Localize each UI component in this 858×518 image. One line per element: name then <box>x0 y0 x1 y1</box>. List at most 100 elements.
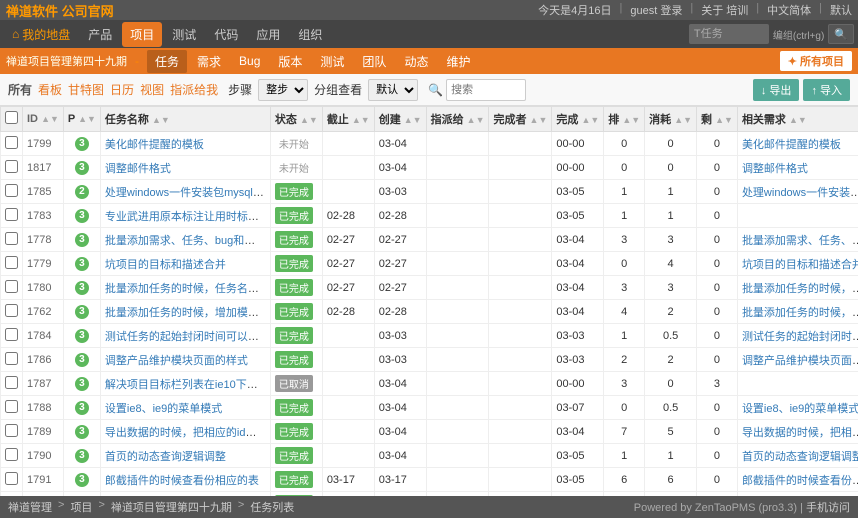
row-checkbox[interactable] <box>1 132 23 156</box>
task-name-link[interactable]: 处理windows一件安装包mysql端口检测及进度错误 <box>105 187 271 199</box>
task-name-link[interactable]: 坑项目的目标和描述合并 <box>105 259 226 271</box>
row-checkbox[interactable] <box>1 396 23 420</box>
footer-link-admin[interactable]: 禅道管理 <box>8 499 52 515</box>
footer-link-project[interactable]: 项目 <box>70 499 92 515</box>
status-badge: 已完成 <box>275 495 313 496</box>
search-button[interactable]: 🔍 <box>828 24 854 44</box>
task-name-link[interactable]: 调整产品维护模块页面的样式 <box>105 355 248 367</box>
th-created[interactable]: 创建 ▲▼ <box>374 107 426 132</box>
task-name-link[interactable]: 解决项目目标栏列表在ie10下树索变无法输入数据 <box>105 379 271 391</box>
related-link[interactable]: 处理windows一件安装包mysql端口 <box>742 187 858 199</box>
view-kanban[interactable]: 看板 <box>38 81 62 98</box>
view-gantt[interactable]: 甘特图 <box>68 81 104 98</box>
search-input[interactable] <box>689 24 769 44</box>
row-done-by <box>489 180 552 204</box>
task-name-link[interactable]: 设置ie8、ie9的菜单模式 <box>105 403 222 415</box>
th-left[interactable]: 剩 ▲▼ <box>697 107 738 132</box>
row-checkbox[interactable] <box>1 468 23 492</box>
subnav-version[interactable]: 版本 <box>270 50 310 73</box>
row-id: 1817 <box>23 156 64 180</box>
row-checkbox[interactable] <box>1 180 23 204</box>
subnav-dynamic[interactable]: 动态 <box>396 50 436 73</box>
import-button[interactable]: ↑ 导入 <box>803 79 850 101</box>
subnav-test[interactable]: 测试 <box>312 50 352 73</box>
related-link[interactable]: 批量添加需求、任务、bug和用例 <box>742 235 858 247</box>
row-checkbox[interactable] <box>1 348 23 372</box>
th-related[interactable]: 相关需求 ▲▼ <box>737 107 858 132</box>
row-checkbox[interactable] <box>1 156 23 180</box>
group-select[interactable]: 默认 需求 <box>368 79 418 101</box>
related-link[interactable]: 调整产品维护模块页面的样式 <box>742 355 858 367</box>
subnav-bug[interactable]: Bug <box>231 51 268 71</box>
related-link[interactable]: 导出数据的时候，把相应的id号都 <box>742 427 858 439</box>
task-name-link[interactable]: 批量添加任务的时候，增加模块字段 <box>105 307 271 319</box>
nav-code[interactable]: 代码 <box>206 22 246 47</box>
task-name-link[interactable]: 批量添加任务的时候，任务名称要增加需求功能 <box>105 283 271 295</box>
th-id[interactable]: ID ▲▼ <box>23 107 64 132</box>
nav-product[interactable]: 产品 <box>80 22 120 47</box>
nav-project[interactable]: 项目 <box>122 22 162 47</box>
related-link[interactable]: 批量添加任务的时候，任务名称要增加 <box>742 283 858 295</box>
step-select[interactable]: 整步 半步 <box>258 79 308 101</box>
row-checkbox[interactable] <box>1 324 23 348</box>
nav-test[interactable]: 测试 <box>164 22 204 47</box>
row-checkbox[interactable] <box>1 252 23 276</box>
related-link[interactable]: 首页的动态查询逻辑调整 <box>742 451 858 463</box>
th-complete[interactable]: 完成 ▲▼ <box>552 107 604 132</box>
subnav-maintain[interactable]: 维护 <box>438 50 478 73</box>
th-name[interactable]: 任务名称 ▲▼ <box>100 107 270 132</box>
export-button[interactable]: ↓ 导出 <box>753 79 800 101</box>
task-name-link[interactable]: 批量添加需求、任务、bug和用例的时候，将操行符处理为 <box>105 235 271 247</box>
row-checkbox[interactable] <box>1 300 23 324</box>
row-checkbox[interactable] <box>1 276 23 300</box>
row-checkbox[interactable] <box>1 228 23 252</box>
about-link[interactable]: 关于 培训 <box>701 2 748 18</box>
task-name-link[interactable]: 导出数据的时候，把相应的id号都带上。 <box>105 427 271 439</box>
row-checkbox[interactable] <box>1 420 23 444</box>
row-name: 处理windows一件安装包mysql端口检测及进度错误 <box>100 180 270 204</box>
related-link[interactable]: 美化邮件提醒的模板 <box>742 139 841 151</box>
th-done-by[interactable]: 完成者 ▲▼ <box>489 107 552 132</box>
th-checkbox[interactable] <box>1 107 23 132</box>
task-name-link[interactable]: 调整邮件格式 <box>105 163 171 175</box>
subnav-requirement[interactable]: 需求 <box>189 50 229 73</box>
row-checkbox[interactable] <box>1 444 23 468</box>
related-link[interactable]: 设置ie8、ie9的菜单模式 <box>742 403 858 415</box>
th-priority[interactable]: P ▲▼ <box>63 107 100 132</box>
related-link[interactable]: 郎截插件的时候查看份相应的表 <box>742 475 858 487</box>
row-checkbox[interactable] <box>1 372 23 396</box>
th-deadline[interactable]: 截止 ▲▼ <box>322 107 374 132</box>
nav-app[interactable]: 应用 <box>248 22 288 47</box>
row-checkbox[interactable] <box>1 204 23 228</box>
related-link[interactable]: 测试任务的起始封闭时间可以是一天 <box>742 331 858 343</box>
th-assignee[interactable]: 指派给 ▲▼ <box>426 107 489 132</box>
task-name-link[interactable]: 测试任务的起始封闭时间可以是一天 <box>105 331 271 343</box>
task-name-link[interactable]: 首页的动态查询逻辑调整 <box>105 451 226 463</box>
th-status[interactable]: 状态 ▲▼ <box>270 107 322 132</box>
view-assigned[interactable]: 指派给我 <box>170 81 218 98</box>
subnav-task[interactable]: 任务 <box>147 50 187 73</box>
row-deadline: 02-27 <box>322 252 374 276</box>
nav-home[interactable]: ⌂ 我的地盘 <box>4 22 78 47</box>
footer-link-task-list[interactable]: 任务列表 <box>250 499 294 515</box>
related-link[interactable]: 坑项目的目标和描述合并 <box>742 259 858 271</box>
view-list[interactable]: 视图 <box>140 81 164 98</box>
task-name-link[interactable]: 美化邮件提醒的模板 <box>105 139 204 151</box>
footer-link-proj-name[interactable]: 禅道项目管理第四十九期 <box>111 499 232 515</box>
nav-org[interactable]: 组织 <box>290 22 330 47</box>
related-link[interactable]: 批量添加任务的时候，增加模块字 <box>742 307 858 319</box>
related-link[interactable]: 调整邮件格式 <box>742 163 808 175</box>
all-projects-btn[interactable]: ✦ 所有项目 <box>780 51 852 71</box>
task-name-link[interactable]: 专业武进用原本标注让用时标志，并提示出超时段 <box>105 211 271 223</box>
task-name-link[interactable]: 郎截插件的时候查看份相应的表 <box>105 475 259 487</box>
points-label[interactable]: 默认 <box>830 2 852 18</box>
user-login[interactable]: guest 登录 <box>630 2 682 18</box>
view-calendar[interactable]: 日历 <box>110 81 134 98</box>
task-search-input[interactable] <box>446 79 526 101</box>
th-sort[interactable]: 排 ▲▼ <box>604 107 645 132</box>
subnav-team[interactable]: 团队 <box>354 50 394 73</box>
th-elapsed[interactable]: 消耗 ▲▼ <box>645 107 697 132</box>
logo[interactable]: 禅道软件 公司官网 <box>6 1 114 20</box>
mobile-link[interactable]: 手机访问 <box>806 502 850 514</box>
lang-select[interactable]: 中文简体 <box>767 2 811 18</box>
